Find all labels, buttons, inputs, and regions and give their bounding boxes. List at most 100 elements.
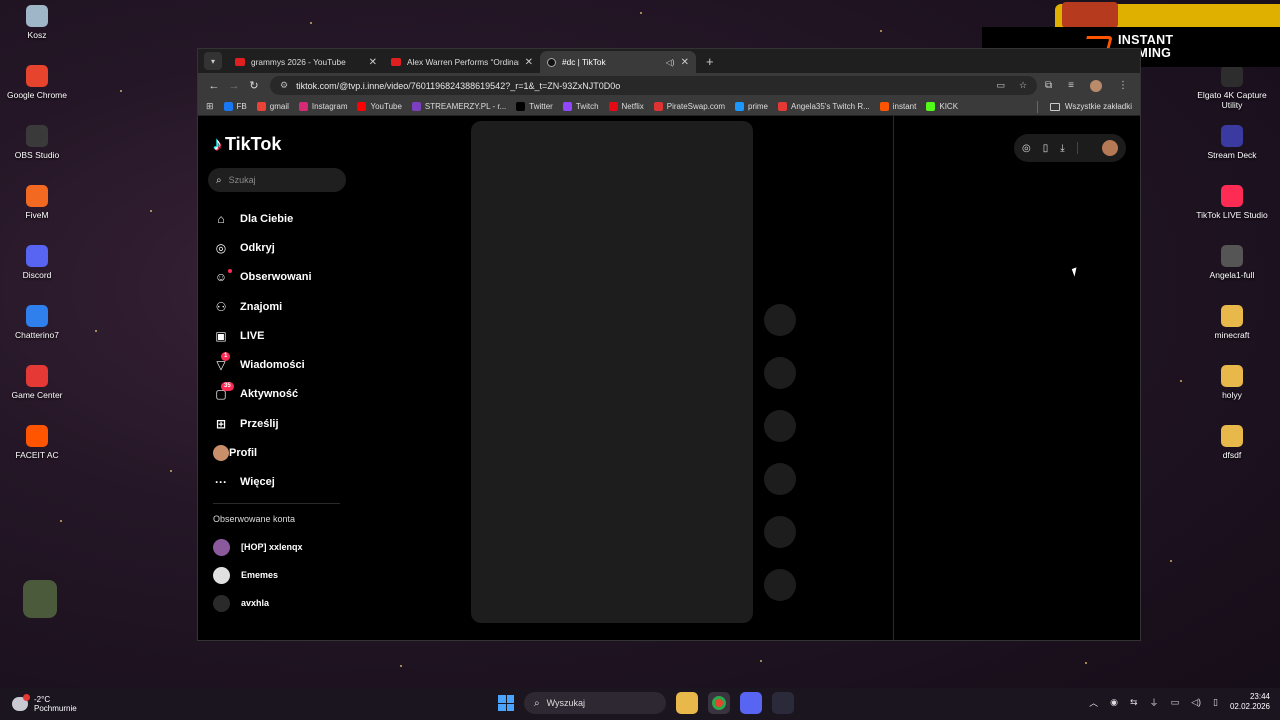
extensions-icon[interactable]: ⧉ (1045, 80, 1052, 91)
comment-button[interactable] (764, 357, 796, 389)
desktop-icon[interactable]: OBS Studio (0, 125, 74, 161)
search-icon: ⌕ (216, 174, 222, 186)
bookmark-item[interactable]: STREAMERZY.PL - r... (411, 102, 506, 111)
bookmark-item[interactable]: Angela35's Twitch R... (778, 102, 870, 111)
cast-icon[interactable]: ▭ (996, 80, 1005, 91)
coins-icon[interactable]: ◎ (1022, 143, 1031, 154)
back-arrow-icon[interactable]: ← (204, 80, 224, 92)
desktop-character-icon[interactable] (23, 580, 57, 618)
bookmark-item[interactable]: FB (223, 102, 247, 111)
close-tab-icon[interactable]: ✕ (369, 57, 377, 68)
following-icon: ☺ (214, 270, 228, 285)
network-icon[interactable]: ▭ (1171, 697, 1180, 708)
apps-grid-icon[interactable]: ⊞ (206, 101, 214, 112)
tab-label: Alex Warren Performs “Ordinary” (407, 57, 519, 67)
discord-icon[interactable] (740, 692, 762, 714)
address-bar[interactable]: ⚙ tiktok.com/@tvp.i.inne/video/760119682… (270, 76, 1038, 95)
desktop-icon[interactable]: Chatterino7 (0, 305, 74, 341)
sidebar-item-friends[interactable]: ⚇ Znajomi (213, 292, 312, 321)
browser-toolbar: ← → ↻ ⚙ tiktok.com/@tvp.i.inne/video/760… (198, 73, 1140, 98)
battery-icon[interactable]: ▯ (1213, 697, 1218, 708)
bookmark-item[interactable]: PirateSwap.com (653, 102, 725, 111)
video-player-placeholder[interactable] (471, 121, 753, 623)
discord-tray-icon[interactable]: ◉ (1110, 697, 1118, 708)
bookmark-favicon-icon (411, 102, 421, 111)
bookmark-item[interactable]: instant (879, 102, 916, 111)
weather-widget[interactable]: -2°C Pochmurnie (12, 694, 77, 713)
tray-app-icon[interactable]: ⇆ (1130, 697, 1138, 708)
sidebar-item-following[interactable]: ☺ Obserwowani (213, 263, 312, 292)
desktop-icon[interactable]: Google Chrome (0, 65, 74, 101)
search-input[interactable]: ⌕ Szukaj (208, 168, 346, 192)
browser-profile-avatar[interactable] (1090, 79, 1102, 92)
bookmark-item[interactable]: YouTube (357, 102, 402, 111)
bookmark-label: Instagram (311, 102, 348, 111)
share-button[interactable] (764, 463, 796, 495)
user-avatar[interactable] (1102, 140, 1118, 156)
desktop-icon[interactable]: Discord (0, 245, 74, 281)
bookmark-item[interactable]: Instagram (298, 102, 348, 111)
followed-account[interactable]: avxhla (213, 589, 303, 617)
desktop-icon[interactable]: FACEIT AC (0, 425, 74, 461)
tab-youtube-alex-warren[interactable]: Alex Warren Performs “Ordinary” ✕ (384, 51, 540, 73)
new-tab-icon[interactable]: + (706, 54, 714, 69)
bookmark-item[interactable]: prime (735, 102, 768, 111)
desktop-icon[interactable]: holyy (1195, 365, 1269, 401)
tab-label: #dc | TikTok (562, 57, 606, 67)
volume-icon[interactable]: ◁) (1191, 697, 1201, 708)
followed-account[interactable]: [HOP] xxlenqx (213, 533, 303, 561)
sidebar-item-for-you[interactable]: ⌂ Dla Ciebie (213, 204, 312, 233)
bookmark-star-icon[interactable]: ☆ (1019, 80, 1027, 91)
download-icon[interactable]: ⤓ (1060, 143, 1064, 154)
tab-youtube-grammys[interactable]: grammys 2026 - YouTube ✕ (228, 51, 384, 73)
media-control-icon[interactable]: ≡ (1068, 80, 1074, 91)
tab-tiktok[interactable]: #dc | TikTok ◁) ✕ (540, 51, 696, 73)
sidebar-item-more[interactable]: ··· Więcej (213, 468, 312, 497)
sidebar-item-messages[interactable]: ▽ 1 Wiadomości (213, 350, 312, 379)
taskbar-search[interactable]: ⌕ Wyszukaj (524, 692, 666, 714)
desktop-icon[interactable]: FiveM (0, 185, 74, 221)
phone-icon[interactable]: ▯ (1043, 143, 1049, 154)
clock[interactable]: 23:44 02.02.2026 (1230, 692, 1270, 712)
desktop-icon[interactable]: Elgato 4K Capture Utility (1195, 65, 1269, 111)
desktop-icon[interactable]: Game Center (0, 365, 74, 401)
file-explorer-icon[interactable] (676, 692, 698, 714)
bookmark-button[interactable] (764, 410, 796, 442)
microphone-icon[interactable]: ⏚ (1150, 696, 1159, 709)
desktop-icon[interactable]: dfsdf (1195, 425, 1269, 461)
desktop-icon[interactable]: Angela1-full (1195, 245, 1269, 281)
desktop-icon[interactable]: Stream Deck (1195, 125, 1269, 161)
tiktok-logo[interactable]: ♪ TikTok (213, 134, 281, 155)
sound-button[interactable] (764, 569, 796, 601)
forward-arrow-icon[interactable]: → (224, 80, 244, 92)
browser-menu-icon[interactable]: ⋮ (1118, 80, 1128, 91)
windows-start-icon[interactable] (498, 695, 514, 711)
desktop-icon[interactable]: minecraft (1195, 305, 1269, 341)
bookmark-item[interactable]: Twitter (516, 102, 553, 111)
chevron-up-icon[interactable]: ︿ (1089, 696, 1098, 709)
desktop-icon[interactable]: TikTok LIVE Studio (1195, 185, 1269, 221)
all-bookmarks[interactable]: Wszystkie zakładki (1036, 100, 1132, 113)
bookmark-item[interactable]: Netflix (608, 102, 644, 111)
sidebar-item-live[interactable]: ▣ LIVE (213, 321, 312, 350)
sidebar-item-activity[interactable]: ▢ 35 Aktywność (213, 380, 312, 409)
tab-search-icon[interactable]: ▾ (204, 52, 222, 70)
speaker-icon[interactable]: ◁) (666, 58, 675, 67)
sidebar-item-upload[interactable]: ⊞ Prześlij (213, 409, 312, 438)
sidebar-item-profile[interactable]: Profil (213, 438, 312, 467)
desktop-icon-label: TikTok LIVE Studio (1196, 210, 1268, 220)
close-tab-icon[interactable]: ✕ (681, 57, 689, 68)
chrome-icon[interactable] (708, 692, 730, 714)
bookmark-item[interactable]: gmail (256, 102, 289, 111)
reload-icon[interactable]: ↻ (244, 79, 264, 92)
steam-icon[interactable] (772, 692, 794, 714)
bookmark-item[interactable]: KICK (926, 102, 958, 111)
site-info-icon[interactable]: ⚙ (280, 80, 288, 91)
followed-account[interactable]: Ememes (213, 561, 303, 589)
close-tab-icon[interactable]: ✕ (525, 57, 533, 68)
like-button[interactable] (764, 304, 796, 336)
sidebar-item-explore[interactable]: ◎ Odkryj (213, 233, 312, 262)
repost-button[interactable] (764, 516, 796, 548)
desktop-icon[interactable]: Kosz (0, 5, 74, 41)
bookmark-item[interactable]: Twitch (562, 102, 599, 111)
